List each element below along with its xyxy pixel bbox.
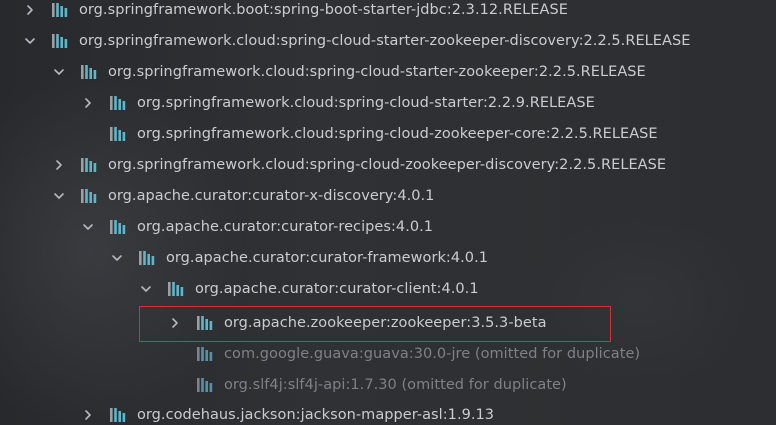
- tree-row-omitted[interactable]: org.slf4j:slf4j-api:1.7.30 (omitted for …: [0, 369, 776, 400]
- dependency-label: org.springframework.cloud:spring-cloud-s…: [79, 32, 691, 49]
- tree-row[interactable]: org.springframework.cloud:spring-cloud-z…: [0, 149, 776, 180]
- tree-row[interactable]: org.apache.curator:curator-client:4.0.1: [0, 273, 776, 304]
- chevron-down-icon[interactable]: [51, 188, 67, 204]
- chevron-down-icon[interactable]: [51, 64, 67, 80]
- library-icon: [51, 32, 73, 50]
- dependency-label: org.springframework.cloud:spring-cloud-s…: [108, 63, 646, 80]
- tree-row[interactable]: org.codehaus.jackson:jackson-mapper-asl:…: [0, 399, 776, 425]
- library-icon: [109, 94, 131, 112]
- tree-row[interactable]: org.springframework.cloud:spring-cloud-s…: [0, 87, 776, 118]
- library-icon: [109, 406, 131, 424]
- library-icon: [51, 1, 73, 19]
- dependency-label: org.springframework.cloud:spring-cloud-z…: [108, 156, 667, 173]
- chevron-right-icon[interactable]: [22, 2, 38, 18]
- tree-row-omitted[interactable]: com.google.guava:guava:30.0-jre (omitted…: [0, 338, 776, 369]
- tree-row[interactable]: org.springframework.boot:spring-boot-sta…: [0, 0, 776, 25]
- chevron-down-icon[interactable]: [22, 33, 38, 49]
- tree-row[interactable]: org.springframework.cloud:spring-cloud-s…: [0, 25, 776, 56]
- dependency-label: com.google.guava:guava:30.0-jre (omitted…: [224, 345, 641, 362]
- chevron-down-icon[interactable]: [138, 281, 154, 297]
- library-icon: [109, 218, 131, 236]
- dependency-label: org.apache.curator:curator-client:4.0.1: [195, 280, 479, 297]
- selection-highlight-box: [139, 306, 611, 342]
- dependency-label: org.slf4j:slf4j-api:1.7.30 (omitted for …: [224, 376, 567, 393]
- tree-row[interactable]: org.springframework.cloud:spring-cloud-s…: [0, 56, 776, 87]
- library-icon: [138, 249, 160, 267]
- tree-row[interactable]: org.springframework.cloud:spring-cloud-z…: [0, 118, 776, 149]
- dependency-label: org.springframework.cloud:spring-cloud-z…: [137, 125, 658, 142]
- chevron-down-icon[interactable]: [109, 250, 125, 266]
- chevron-right-icon[interactable]: [80, 407, 96, 423]
- chevron-down-icon[interactable]: [80, 219, 96, 235]
- dependency-label: org.springframework.cloud:spring-cloud-s…: [137, 94, 595, 111]
- library-icon: [80, 156, 102, 174]
- dependency-label: org.apache.curator:curator-recipes:4.0.1: [137, 218, 434, 235]
- library-icon: [80, 187, 102, 205]
- dependency-tree: org.springframework.boot:spring-boot-sta…: [0, 0, 776, 425]
- tree-row[interactable]: org.apache.curator:curator-framework:4.0…: [0, 242, 776, 273]
- chevron-right-icon[interactable]: [80, 95, 96, 111]
- library-icon: [196, 376, 218, 394]
- dependency-label: org.apache.curator:curator-framework:4.0…: [166, 249, 489, 266]
- dependency-label: org.apache.curator:curator-x-discovery:4…: [108, 187, 435, 204]
- tree-row[interactable]: org.apache.curator:curator-recipes:4.0.1: [0, 211, 776, 242]
- dependency-label: org.springframework.boot:spring-boot-sta…: [79, 1, 568, 18]
- library-icon: [196, 345, 218, 363]
- library-icon: [80, 63, 102, 81]
- library-icon: [109, 125, 131, 143]
- tree-row[interactable]: org.apache.curator:curator-x-discovery:4…: [0, 180, 776, 211]
- library-icon: [167, 280, 189, 298]
- chevron-right-icon[interactable]: [51, 157, 67, 173]
- dependency-label: org.codehaus.jackson:jackson-mapper-asl:…: [137, 406, 495, 423]
